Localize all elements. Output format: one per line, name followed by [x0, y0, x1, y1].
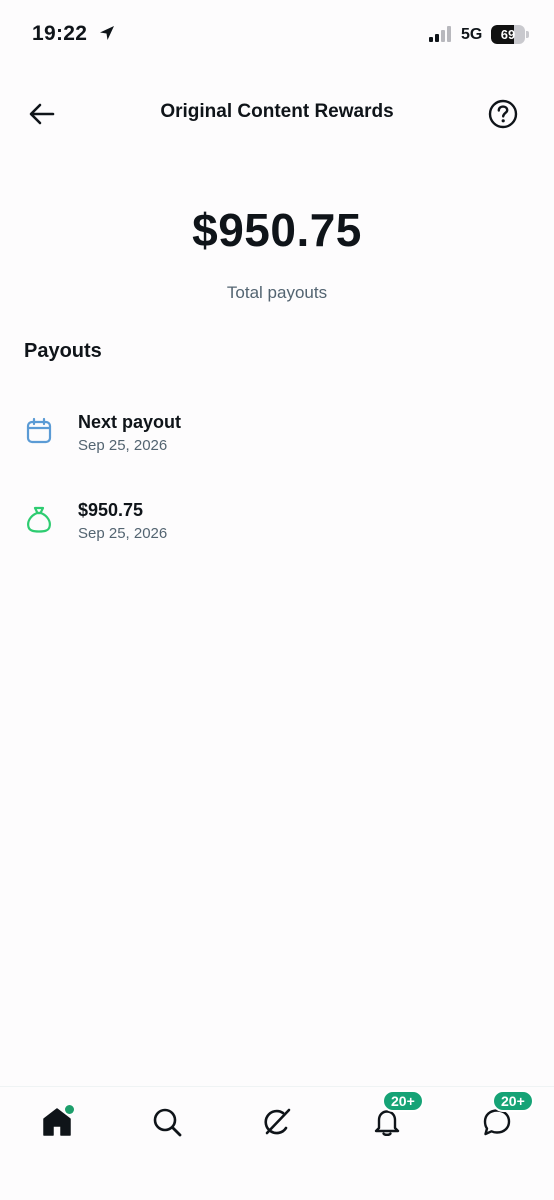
total-payout-amount: $950.75 — [192, 204, 362, 256]
notifications-badge: 20+ — [382, 1090, 424, 1112]
battery-level: 69 — [500, 27, 516, 42]
payout-item-amount: $950.75 Sep 25, 2026 — [0, 500, 554, 556]
total-payout-label: Total payouts — [226, 283, 328, 302]
screen: 19:22 5G 69 Original Content Rewards $95… — [0, 0, 554, 1200]
status-bar: 19:22 5G 69 — [0, 0, 554, 70]
header: Original Content Rewards — [0, 88, 554, 138]
home-unread-dot — [65, 1105, 74, 1114]
nav-search[interactable] — [142, 1097, 192, 1147]
status-time: 19:22 — [32, 22, 88, 45]
help-button[interactable] — [485, 96, 521, 132]
payout-item-next: Next payout Sep 25, 2026 — [0, 412, 554, 468]
payout-item-title: Next payout — [78, 412, 182, 432]
cellular-signal-icon — [429, 26, 455, 47]
payouts-section-title: Payouts — [24, 340, 102, 362]
battery-icon: 69 — [491, 25, 529, 44]
grok-icon — [264, 1108, 291, 1135]
payout-item-title: $950.75 — [78, 500, 144, 520]
location-arrow-icon — [98, 24, 116, 47]
bottom-nav: 20+ 20+ — [0, 1086, 554, 1200]
question-circle-icon — [488, 99, 518, 129]
search-icon — [153, 1108, 182, 1137]
nav-messages[interactable]: 20+ — [472, 1090, 534, 1147]
nav-home[interactable] — [32, 1097, 82, 1147]
network-type: 5G — [461, 26, 483, 43]
payout-item-date: Sep 25, 2026 — [78, 437, 168, 454]
payout-item-date: Sep 25, 2026 — [78, 525, 168, 542]
money-bag-icon — [24, 504, 54, 534]
nav-grok[interactable] — [252, 1097, 302, 1147]
page-title: Original Content Rewards — [160, 101, 394, 122]
calendar-icon — [24, 416, 54, 446]
messages-badge: 20+ — [492, 1090, 534, 1112]
nav-notifications[interactable]: 20+ — [362, 1090, 424, 1147]
